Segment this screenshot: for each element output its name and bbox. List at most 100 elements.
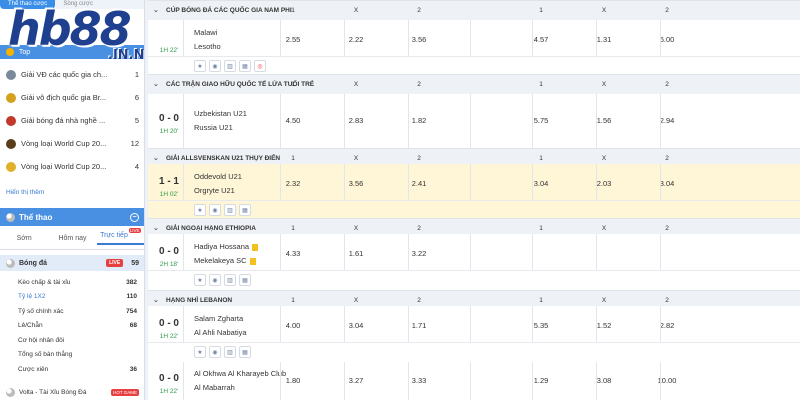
market-item[interactable]: Cơ hội nhân đôi <box>0 333 144 348</box>
odds-value[interactable]: 2.82 <box>652 321 682 330</box>
home-team: Uzbekistan U21 <box>194 109 247 118</box>
collapse-icon[interactable]: − <box>130 212 139 222</box>
away-team-name: Mekelakeya SC <box>194 256 247 265</box>
chart-icon[interactable]: ▥ <box>224 204 236 216</box>
odds-value[interactable]: 4.33 <box>278 249 308 258</box>
market-item[interactable]: Tổng số bàn thắng <box>0 348 144 363</box>
star-icon[interactable]: ★ <box>194 60 206 72</box>
column-divider <box>280 234 281 270</box>
eye-icon[interactable]: ◉ <box>209 274 221 286</box>
odds-value[interactable]: 2.32 <box>278 179 308 188</box>
row-divider <box>148 342 800 343</box>
odds-value[interactable]: 1.29 <box>526 376 556 385</box>
chevron-down-icon[interactable]: ⌄ <box>153 6 159 14</box>
row-divider <box>148 270 800 271</box>
volta-label: Volta - Tài Xỉu Bóng Đá <box>19 389 87 396</box>
league-item[interactable]: Vòng loại World Cup 20... 4 <box>0 155 144 178</box>
odds-column-header: X <box>601 155 607 162</box>
home-team-name: Malawi <box>194 28 218 37</box>
league-item[interactable]: Giải bóng đá nhà nghề ... 5 <box>0 109 144 132</box>
away-team-name: Orgryte U21 <box>194 186 235 195</box>
league-name: Vòng loại World Cup 20... <box>21 139 107 148</box>
league-header[interactable]: ⌄ CÚP BÓNG ĐÁ CÁC QUỐC GIA NAM PHI 1 X 2 1 X 2 <box>148 0 800 20</box>
sport-item-volta[interactable]: Volta - Tài Xỉu Bóng Đá HOT GAME <box>0 385 144 400</box>
match-row[interactable]: 0 - 0 1H 22' Salam Zgharta Al Ahli Nabatiya… <box>148 306 800 360</box>
odds-column-header: 2 <box>665 297 669 304</box>
odds-value[interactable]: 2.94 <box>652 116 682 125</box>
home-team: Al Okhwa Al Kharayeb Club <box>194 369 286 378</box>
odds-value[interactable]: 3.08 <box>589 376 619 385</box>
grid-icon[interactable]: ▦ <box>239 60 251 72</box>
odds-value[interactable]: 3.04 <box>652 179 682 188</box>
grid-icon[interactable]: ▦ <box>239 204 251 216</box>
chevron-down-icon[interactable]: ⌄ <box>153 224 159 232</box>
league-item[interactable]: Giải VĐ các quốc gia ch... 1 <box>0 63 144 86</box>
grid-icon[interactable]: ▦ <box>239 274 251 286</box>
eye-icon[interactable]: ◉ <box>209 346 221 358</box>
odds-value[interactable]: 1.80 <box>278 376 308 385</box>
tab-early[interactable]: Sớm <box>0 235 48 242</box>
odds-value[interactable]: 2.55 <box>278 35 308 44</box>
grid-icon[interactable]: ▦ <box>239 346 251 358</box>
chart-icon[interactable]: ▥ <box>224 60 236 72</box>
market-count: 110 <box>126 293 138 301</box>
market-item[interactable]: Kèo chấp & tài xỉu 382 <box>0 275 144 290</box>
match-row[interactable]: 1 - 1 1H 02' Oddevold U21 Orgryte U21 2.32 3.… <box>148 164 800 218</box>
odds-value[interactable]: 4.50 <box>278 116 308 125</box>
chevron-down-icon[interactable]: ⌄ <box>153 154 159 162</box>
odds-value[interactable]: 3.04 <box>526 179 556 188</box>
market-item[interactable]: Lẻ/Chẵn 68 <box>0 319 144 334</box>
match-row[interactable]: 0 - 0 2H 18' Hadiya Hossana Mekelakeya SC 4.… <box>148 234 800 288</box>
football-icon <box>6 258 15 268</box>
odds-value[interactable]: 1.52 <box>589 321 619 330</box>
match-row[interactable]: 0 - 0 1H 20' Uzbekistan U21 Russia U21 4.50 2… <box>148 94 800 148</box>
odds-value[interactable]: 1.61 <box>341 249 371 258</box>
match-row[interactable]: 0 - 0 1H 22' Al Okhwa Al Kharayeb Club Al M… <box>148 362 800 400</box>
odds-value[interactable]: 1.31 <box>589 35 619 44</box>
site-logo[interactable]: hb88 .IN.NET <box>8 6 144 66</box>
chart-icon[interactable]: ▥ <box>224 346 236 358</box>
league-item[interactable]: Giải vô địch quốc gia Br... 6 <box>0 86 144 109</box>
live-icon[interactable]: ◎ <box>254 60 266 72</box>
odds-value[interactable]: 2.22 <box>341 35 371 44</box>
market-item[interactable]: Tỷ lệ 1X2 110 <box>0 290 144 305</box>
odds-value[interactable]: 2.03 <box>589 179 619 188</box>
league-name: Giải VĐ các quốc gia ch... <box>21 70 108 79</box>
odds-value[interactable]: 3.27 <box>341 376 371 385</box>
chevron-down-icon[interactable]: ⌄ <box>153 80 159 88</box>
odds-column-header: X <box>353 297 359 304</box>
eye-icon[interactable]: ◉ <box>209 204 221 216</box>
market-item[interactable]: Cược xiên 36 <box>0 362 144 377</box>
show-more-link[interactable]: Hiển thị thêm <box>6 189 44 196</box>
odds-value[interactable]: 10.00 <box>652 376 682 385</box>
tab-today[interactable]: Hôm nay <box>48 235 96 242</box>
market-item[interactable]: Tỷ số chính xác 754 <box>0 304 144 319</box>
odds-value[interactable]: 3.04 <box>341 321 371 330</box>
odds-value[interactable]: 2.83 <box>341 116 371 125</box>
sidebar: Thể thao cược Sòng cược Top Giải VĐ các … <box>0 0 145 400</box>
odds-value[interactable]: 3.56 <box>341 179 371 188</box>
odds-column-header: 1 <box>291 81 295 88</box>
away-team-name: Lesotho <box>194 42 221 51</box>
sport-item-football[interactable]: Bóng đá LIVE 59 <box>0 255 144 271</box>
star-icon[interactable]: ★ <box>194 346 206 358</box>
star-icon[interactable]: ★ <box>194 204 206 216</box>
odds-value[interactable]: 6.00 <box>652 35 682 44</box>
match-row[interactable]: 1H 22' Malawi Lesotho 2.55 2.22 3.56 4.57 1.31 6… <box>148 20 800 74</box>
sports-header[interactable]: Thể thao − <box>0 208 144 226</box>
tab-live[interactable]: Trực tiếp LIVE <box>96 228 144 245</box>
league-item[interactable]: Vòng loại World Cup 20... 12 <box>0 132 144 155</box>
odds-value[interactable]: 4.57 <box>526 35 556 44</box>
star-icon[interactable]: ★ <box>194 274 206 286</box>
chevron-down-icon[interactable]: ⌄ <box>153 296 159 304</box>
chart-icon[interactable]: ▥ <box>224 274 236 286</box>
odds-value[interactable]: 4.00 <box>278 321 308 330</box>
odds-value[interactable]: 5.35 <box>526 321 556 330</box>
odds-column-header: 2 <box>417 81 421 88</box>
odds-column-header: 1 <box>539 155 543 162</box>
odds-value[interactable]: 5.75 <box>526 116 556 125</box>
league-count: 1 <box>134 70 139 79</box>
odds-value[interactable]: 1.56 <box>589 116 619 125</box>
league-header[interactable]: ⌄ CÁC TRẬN GIAO HỮU QUỐC TẾ LỨA TUỔI TRẺ 1… <box>148 74 800 94</box>
eye-icon[interactable]: ◉ <box>209 60 221 72</box>
